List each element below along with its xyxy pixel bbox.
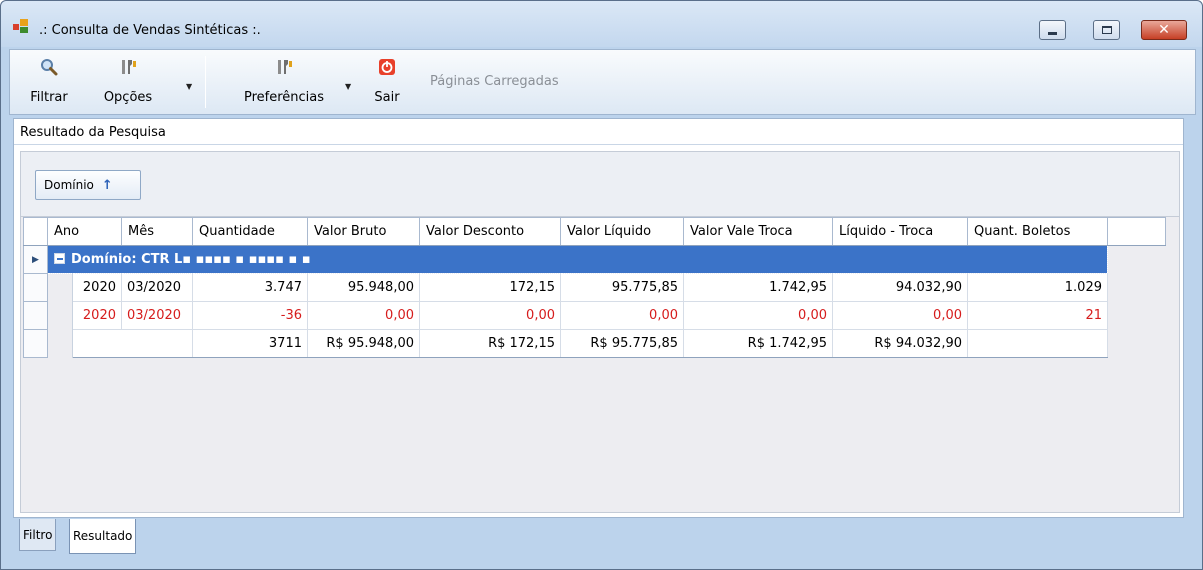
options-label: Opções (103, 90, 153, 105)
preferences-dropdown-icon[interactable]: ▼ (345, 82, 351, 91)
group-chip-domain[interactable]: Domínio ↑ (35, 170, 141, 200)
cell-valor-bruto[interactable]: 0,00 (307, 301, 420, 330)
column-header-ano[interactable]: Ano (47, 217, 122, 246)
sum-valor-desconto: R$ 172,15 (419, 329, 561, 358)
filter-button[interactable]: Filtrar (20, 50, 78, 114)
group-by-area[interactable]: Domínio ↑ (20, 151, 1180, 217)
cell-quantidade[interactable]: 3.747 (192, 273, 308, 302)
row-header[interactable] (23, 301, 48, 330)
minimize-button[interactable] (1039, 20, 1066, 40)
cell-ano[interactable]: 2020 (72, 301, 122, 330)
table-row[interactable]: 2020 03/2020 -36 0,00 0,00 0,00 0,00 0,0… (23, 301, 1166, 330)
minimize-icon (1048, 31, 1057, 35)
cell-valor-liquido[interactable]: 0,00 (560, 301, 684, 330)
cell-mes[interactable]: 03/2020 (121, 273, 193, 302)
toolbar-separator (205, 56, 206, 108)
data-grid: Ano Mês Quantidade Valor Bruto Valor Des… (20, 217, 1180, 513)
column-header-valor-desconto[interactable]: Valor Desconto (419, 217, 561, 246)
column-header-valor-bruto[interactable]: Valor Bruto (307, 217, 420, 246)
preferences-button[interactable]: Preferências (232, 50, 336, 114)
cell-quant-boletos[interactable]: 1.029 (967, 273, 1108, 302)
magnifier-icon (41, 59, 58, 76)
column-header-valor-vale-troca[interactable]: Valor Vale Troca (683, 217, 833, 246)
sum-quant-boletos (967, 329, 1108, 358)
power-icon (379, 59, 395, 75)
panel-header: Resultado da Pesquisa (14, 119, 1183, 145)
summary-row: 3711 R$ 95.948,00 R$ 172,15 R$ 95.775,85… (23, 329, 1166, 358)
tab-resultado-label: Resultado (73, 529, 133, 543)
window-title: .: Consulta de Vendas Sintéticas :. (39, 23, 261, 38)
current-row-indicator-icon: ▶ (23, 245, 48, 274)
cell-liquido-troca[interactable]: 0,00 (832, 301, 968, 330)
results-panel: Resultado da Pesquisa Domínio ↑ Ano Mês … (13, 118, 1184, 518)
row-header[interactable] (23, 273, 48, 302)
sum-valor-bruto: R$ 95.948,00 (307, 329, 420, 358)
tools-icon (122, 60, 136, 74)
tab-resultado[interactable]: Resultado (69, 519, 137, 554)
toolbar: Filtrar Opções ▼ Preferências ▼ Sair Pág… (9, 49, 1196, 115)
tools-icon (278, 60, 292, 74)
cell-ano[interactable]: 2020 (72, 273, 122, 302)
cell-quant-boletos[interactable]: 21 (967, 301, 1108, 330)
group-chip-label: Domínio (44, 178, 94, 192)
collapse-icon[interactable] (54, 253, 65, 264)
sum-valor-liquido: R$ 95.775,85 (560, 329, 684, 358)
header-row: Ano Mês Quantidade Valor Bruto Valor Des… (23, 217, 1166, 246)
group-row[interactable]: ▶ Domínio: CTR L▪ ▪▪▪▪ ▪ ▪▪▪▪ ▪ ▪ (23, 245, 1166, 274)
cell-valor-bruto[interactable]: 95.948,00 (307, 273, 420, 302)
options-button[interactable]: Opções (88, 50, 168, 114)
cell-valor-vale-troca[interactable]: 1.742,95 (683, 273, 833, 302)
maximize-icon (1101, 26, 1112, 34)
cell-valor-desconto[interactable]: 0,00 (419, 301, 561, 330)
cell-liquido-troca[interactable]: 94.032,90 (832, 273, 968, 302)
tab-filtro[interactable]: Filtro (19, 519, 57, 551)
filter-label: Filtrar (30, 90, 68, 105)
sum-valor-vale-troca: R$ 1.742,95 (683, 329, 833, 358)
sort-ascending-icon: ↑ (101, 177, 113, 193)
options-dropdown-icon[interactable]: ▼ (186, 82, 192, 91)
exit-label: Sair (374, 90, 400, 105)
column-header-quantidade[interactable]: Quantidade (192, 217, 308, 246)
app-window: .: Consulta de Vendas Sintéticas :. ✕ Fi… (0, 0, 1203, 570)
cell-valor-liquido[interactable]: 95.775,85 (560, 273, 684, 302)
cell-valor-desconto[interactable]: 172,15 (419, 273, 561, 302)
maximize-button[interactable] (1093, 20, 1120, 40)
preferences-label: Preferências (243, 90, 325, 105)
column-header-filler (1107, 217, 1166, 246)
row-header-corner (23, 217, 48, 246)
exit-button[interactable]: Sair (366, 50, 408, 114)
app-windows-icon (13, 19, 31, 33)
cell-quantidade[interactable]: -36 (192, 301, 308, 330)
tab-filtro-label: Filtro (23, 527, 53, 542)
title-bar[interactable]: .: Consulta de Vendas Sintéticas :. ✕ (1, 1, 1202, 47)
results-table: Ano Mês Quantidade Valor Bruto Valor Des… (23, 217, 1166, 358)
sum-quantidade: 3711 (192, 329, 308, 358)
row-header[interactable] (23, 329, 48, 358)
close-icon: ✕ (1158, 22, 1170, 38)
close-button[interactable]: ✕ (1141, 20, 1187, 40)
sum-liquido-troca: R$ 94.032,90 (832, 329, 968, 358)
column-header-quant-boletos[interactable]: Quant. Boletos (967, 217, 1108, 246)
group-header[interactable]: Domínio: CTR L▪ ▪▪▪▪ ▪ ▪▪▪▪ ▪ ▪ (47, 245, 1108, 274)
column-header-liquido-troca[interactable]: Líquido - Troca (832, 217, 968, 246)
column-header-mes[interactable]: Mês (121, 217, 193, 246)
column-header-valor-liquido[interactable]: Valor Líquido (560, 217, 684, 246)
table-row[interactable]: 2020 03/2020 3.747 95.948,00 172,15 95.7… (23, 273, 1166, 302)
cell-valor-vale-troca[interactable]: 0,00 (683, 301, 833, 330)
panel-title: Resultado da Pesquisa (20, 125, 166, 140)
pages-loaded-label: Páginas Carregadas (430, 74, 559, 89)
group-label: Domínio: CTR L▪ ▪▪▪▪ ▪ ▪▪▪▪ ▪ ▪ (71, 252, 311, 267)
cell-mes[interactable]: 03/2020 (121, 301, 193, 330)
